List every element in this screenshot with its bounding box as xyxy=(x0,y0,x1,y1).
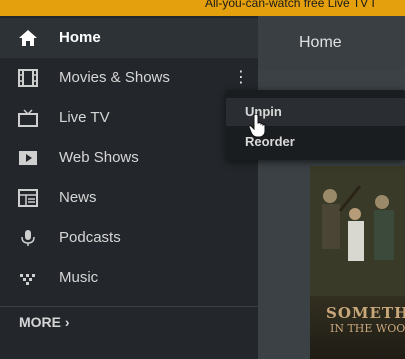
news-icon xyxy=(17,188,39,208)
more-link[interactable]: MORE › xyxy=(19,314,70,330)
hand-cursor-icon xyxy=(248,114,266,138)
tv-icon xyxy=(17,108,39,128)
main-content: Home SOMETH IN THE WOO xyxy=(258,16,405,359)
poster-title: SOMETH xyxy=(326,304,405,322)
sidebar-item-label: News xyxy=(59,189,97,206)
promo-banner-text[interactable]: All-you-can-watch free Live TV I xyxy=(205,0,375,10)
sidebar-divider xyxy=(0,306,258,307)
movie-poster[interactable]: SOMETH IN THE WOO xyxy=(310,166,405,359)
sidebar-item-podcasts[interactable]: Podcasts xyxy=(0,218,258,258)
sidebar-item-movies-shows[interactable]: Movies & Shows ⋮ xyxy=(0,58,258,98)
main-header: Home xyxy=(258,16,405,70)
poster-artwork xyxy=(310,166,405,296)
sidebar-item-live-tv[interactable]: Live TV xyxy=(0,98,258,138)
sidebar-item-label: Movies & Shows xyxy=(59,69,170,86)
sidebar-item-label: Music xyxy=(59,269,99,286)
microphone-icon xyxy=(17,228,39,248)
sidebar-item-web-shows[interactable]: Web Shows xyxy=(0,138,258,178)
sidebar-item-label: Live TV xyxy=(59,109,110,126)
page-title: Home xyxy=(299,34,342,51)
music-icon xyxy=(17,268,39,288)
poster-subtitle: IN THE WOO xyxy=(330,322,405,335)
play-icon xyxy=(17,148,39,168)
promo-banner[interactable]: All-you-can-watch free Live TV I xyxy=(0,0,405,16)
sidebar: Home Movies & Shows ⋮ Live TV Web Shows … xyxy=(0,16,258,359)
sidebar-item-label: Web Shows xyxy=(59,149,139,166)
more-options-icon[interactable]: ⋮ xyxy=(229,68,253,88)
sidebar-item-news[interactable]: News xyxy=(0,178,258,218)
sidebar-item-label: Home xyxy=(59,29,101,46)
sidebar-item-home[interactable]: Home xyxy=(0,18,258,58)
sidebar-item-music[interactable]: Music xyxy=(0,258,258,298)
film-icon xyxy=(17,68,39,88)
sidebar-item-label: Podcasts xyxy=(59,229,121,246)
home-icon xyxy=(17,28,39,48)
